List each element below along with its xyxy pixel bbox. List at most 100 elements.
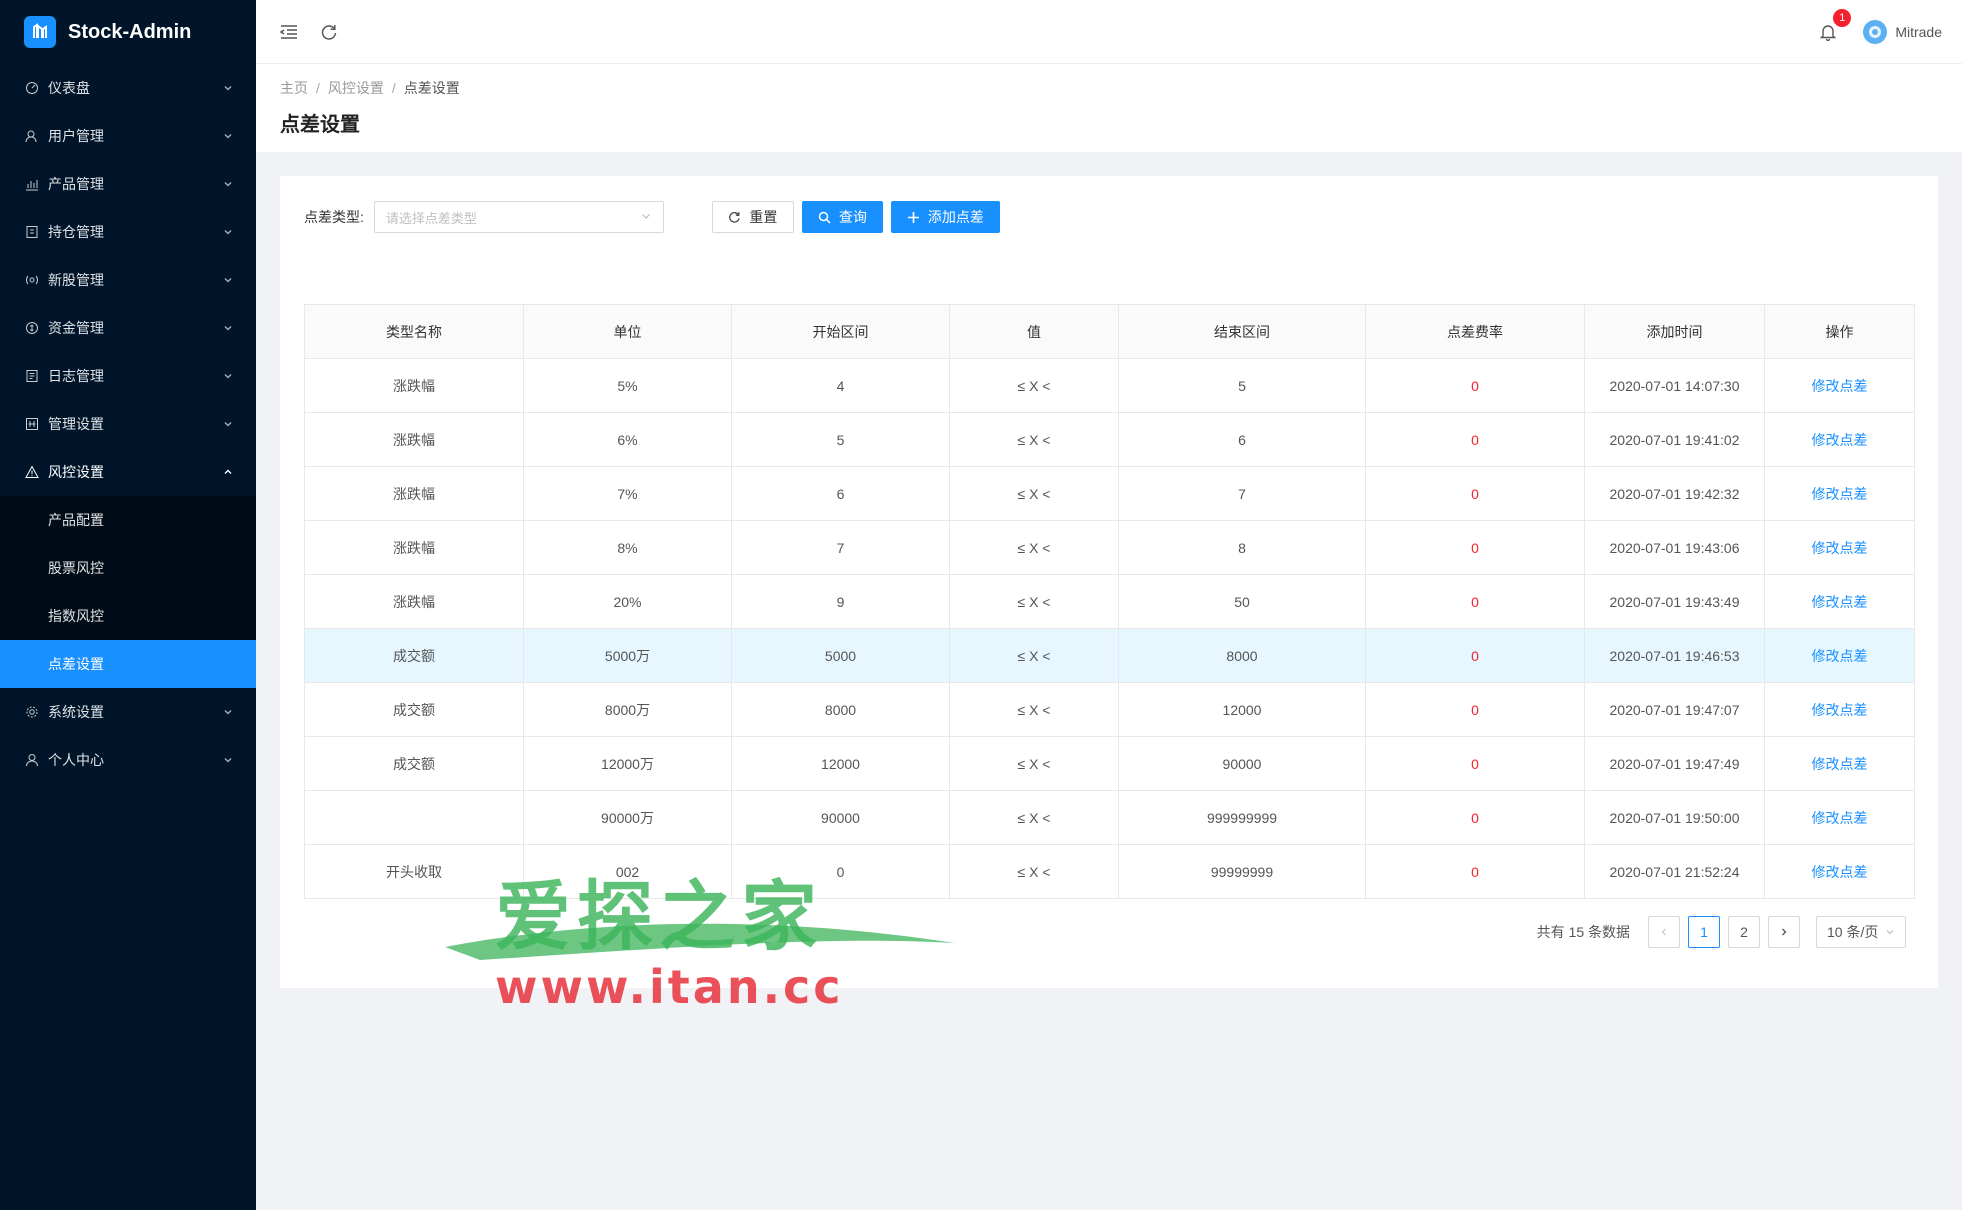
sidebar-item-system-settings[interactable]: 系统设置 [0, 688, 256, 736]
edit-spread-link[interactable]: 修改点差 [1812, 756, 1868, 772]
spread-type-placeholder: 请选择点差类型 [385, 210, 477, 226]
sidebar-item-admin[interactable]: 管理设置 [0, 400, 256, 448]
cell-operator: ≤ X < [949, 520, 1119, 575]
logo-icon [24, 16, 56, 48]
page-button-1[interactable]: 1 [1688, 916, 1720, 948]
breadcrumb-current: 点差设置 [403, 80, 460, 96]
table-row: 涨跌幅 8% 7 ≤ X < 8 0 2020-07-01 19:43:06 修… [304, 520, 1915, 575]
cell-end: 7 [1118, 466, 1366, 521]
sidebar-item-funds[interactable]: 资金管理 [0, 304, 256, 352]
menu-fold-icon[interactable] [278, 21, 300, 43]
edit-spread-link[interactable]: 修改点差 [1812, 486, 1868, 502]
log-icon [24, 368, 40, 384]
sidebar-item-holdings[interactable]: 持仓管理 [0, 208, 256, 256]
notification-bell-icon[interactable]: 1 [1817, 9, 1852, 43]
cell-time: 2020-07-01 19:47:07 [1584, 682, 1765, 737]
refresh-icon[interactable] [318, 21, 340, 43]
cell-unit: 12000万 [523, 736, 732, 791]
sidebar-item-ipo[interactable]: 新股管理 [0, 256, 256, 304]
spread-table: 类型名称 单位 开始区间 值 结束区间 点差费率 添加时间 操作 涨跌幅 5% … [304, 304, 1915, 899]
username[interactable]: Mitrade [1895, 24, 1942, 40]
edit-spread-link[interactable]: 修改点差 [1812, 594, 1868, 610]
cell-end: 8000 [1118, 628, 1366, 683]
cell-operator: ≤ X < [949, 682, 1119, 737]
spread-type-select[interactable]: 请选择点差类型 [373, 201, 664, 233]
chevron-down-icon [222, 754, 234, 766]
edit-spread-link[interactable]: 修改点差 [1812, 648, 1868, 664]
cell-rate: 0 [1365, 628, 1585, 683]
column-header: 添加时间 [1584, 304, 1765, 359]
top-header: 1 Mitrade [256, 0, 1962, 64]
avatar[interactable] [1863, 20, 1888, 44]
table-row: 涨跌幅 6% 5 ≤ X < 6 0 2020-07-01 19:41:02 修… [304, 412, 1915, 467]
cell-type: 成交额 [304, 682, 524, 737]
chevron-down-icon [222, 322, 234, 334]
reset-button[interactable]: 重置 [711, 201, 794, 233]
sidebar-item-spread-settings[interactable]: 点差设置 [0, 640, 256, 688]
sidebar-item-users[interactable]: 用户管理 [0, 112, 256, 160]
cell-time: 2020-07-01 19:43:06 [1584, 520, 1765, 575]
cell-unit: 5000万 [523, 628, 732, 683]
cell-time: 2020-07-01 19:47:49 [1584, 736, 1765, 791]
search-icon [818, 211, 831, 224]
sidebar-item-stock-risk[interactable]: 股票风控 [0, 544, 256, 592]
next-page-button[interactable] [1768, 916, 1800, 948]
breadcrumb: 主页 / 风控设置 / 点差设置 [280, 78, 1938, 98]
cell-rate: 0 [1365, 412, 1585, 467]
cell-action: 修改点差 [1764, 412, 1915, 467]
content-card: 点差类型: 请选择点差类型 重置 查询 添加点差 类型名称 单位 开始区间 值 … [280, 176, 1938, 988]
cell-end: 5 [1118, 358, 1366, 413]
chevron-down-icon [222, 130, 234, 142]
query-button[interactable]: 查询 [801, 201, 883, 233]
chevron-down-icon [640, 210, 652, 225]
cell-rate: 0 [1365, 358, 1585, 413]
sidebar-item-index-risk[interactable]: 指数风控 [0, 592, 256, 640]
sidebar-item-logs[interactable]: 日志管理 [0, 352, 256, 400]
cell-type: 涨跌幅 [304, 466, 524, 521]
edit-spread-link[interactable]: 修改点差 [1812, 702, 1868, 718]
edit-spread-link[interactable]: 修改点差 [1812, 540, 1868, 556]
sidebar: Stock-Admin 仪表盘 用户管理 产品管理 持仓管理 新股管理 资金管理… [0, 0, 256, 1210]
prev-page-button[interactable] [1648, 916, 1680, 948]
cell-end: 8 [1118, 520, 1366, 575]
spread-table-container: 类型名称 单位 开始区间 值 结束区间 点差费率 添加时间 操作 涨跌幅 5% … [304, 304, 1915, 899]
breadcrumb-home[interactable]: 主页 [280, 78, 308, 98]
sidebar-item-product-config[interactable]: 产品配置 [0, 496, 256, 544]
sidebar-item-dashboard[interactable]: 仪表盘 [0, 64, 256, 112]
app-logo[interactable]: Stock-Admin [0, 0, 256, 64]
cell-unit: 002 [523, 844, 732, 899]
cell-action: 修改点差 [1764, 844, 1915, 899]
column-header: 结束区间 [1118, 304, 1366, 359]
cell-unit: 5% [523, 358, 732, 413]
page-size-select[interactable]: 10 条/页 [1816, 916, 1906, 948]
edit-spread-link[interactable]: 修改点差 [1812, 864, 1868, 880]
cell-operator: ≤ X < [949, 466, 1119, 521]
breadcrumb-parent[interactable]: 风控设置 [328, 78, 384, 98]
cell-operator: ≤ X < [949, 358, 1119, 413]
column-header: 操作 [1764, 304, 1915, 359]
table-row: 成交额 8000万 8000 ≤ X < 12000 0 2020-07-01 … [304, 682, 1915, 737]
edit-spread-link[interactable]: 修改点差 [1812, 432, 1868, 448]
cell-operator: ≤ X < [949, 412, 1119, 467]
edit-spread-link[interactable]: 修改点差 [1812, 378, 1868, 394]
edit-spread-link[interactable]: 修改点差 [1812, 810, 1868, 826]
cell-operator: ≤ X < [949, 844, 1119, 899]
cell-action: 修改点差 [1764, 358, 1915, 413]
spread-type-label: 点差类型: [304, 209, 364, 225]
user-icon [24, 752, 40, 768]
cell-time: 2020-07-01 14:07:30 [1584, 358, 1765, 413]
chevron-down-icon [222, 274, 234, 286]
dashboard-icon [24, 80, 40, 96]
holdings-icon [24, 224, 40, 240]
sidebar-item-products[interactable]: 产品管理 [0, 160, 256, 208]
cell-type: 成交额 [304, 736, 524, 791]
add-spread-button[interactable]: 添加点差 [890, 201, 1000, 233]
sidebar-item-profile[interactable]: 个人中心 [0, 736, 256, 784]
cell-type: 涨跌幅 [304, 358, 524, 413]
warning-icon [24, 464, 40, 480]
cell-operator: ≤ X < [949, 628, 1119, 683]
page-button-2[interactable]: 2 [1728, 916, 1760, 948]
cell-time: 2020-07-01 19:42:32 [1584, 466, 1765, 521]
sidebar-item-risk-control[interactable]: 风控设置 [0, 448, 256, 496]
chevron-down-icon [222, 82, 234, 94]
